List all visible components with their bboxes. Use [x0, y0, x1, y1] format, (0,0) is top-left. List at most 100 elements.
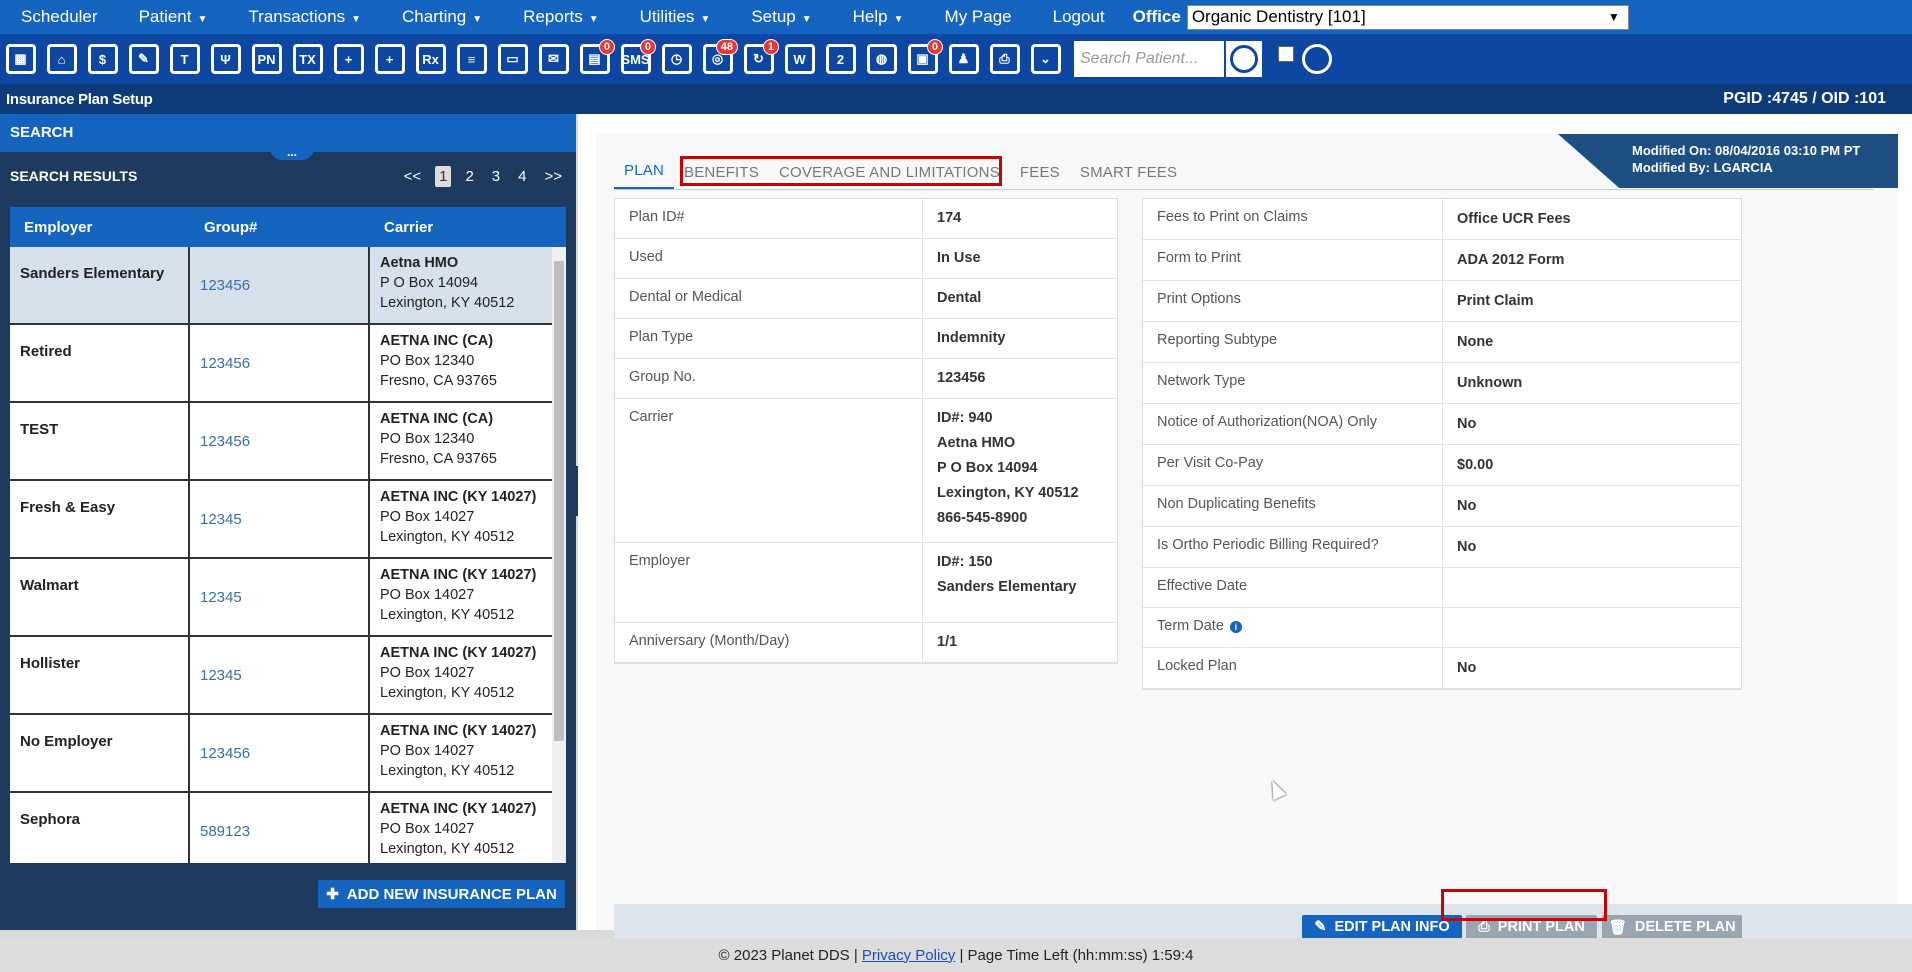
menu-item-reports[interactable]: Reports ▼: [502, 7, 598, 27]
advanced-search-button[interactable]: [1298, 38, 1335, 80]
group-link[interactable]: 123456: [190, 715, 370, 791]
pager-item[interactable]: 3: [488, 166, 504, 187]
forms-button[interactable]: ▣ 0: [904, 38, 943, 80]
table-row[interactable]: Retired 123456 AETNA INC (CA) PO Box 12340 F…: [10, 325, 556, 403]
carrier-address-line2: Lexington, KY 40512: [380, 607, 515, 623]
edit-plan-label: EDIT PLAN INFO: [1334, 919, 1450, 935]
plan-field-row: Form to Print ADA 2012 Form: [1143, 240, 1741, 281]
add-insurance-plan-button[interactable]: ✚ ADD NEW INSURANCE PLAN: [318, 880, 565, 908]
tooth-chart-icon: Ψ: [210, 44, 241, 74]
field-label-text: Per Visit Co-Pay: [1157, 455, 1264, 471]
search-patient-button[interactable]: [1224, 39, 1264, 79]
add-family-button[interactable]: +: [371, 38, 408, 80]
carrier-cell: AETNA INC (KY 14027) PO Box 14027 Lexingto…: [370, 637, 556, 713]
search-checkbox[interactable]: [1278, 46, 1294, 62]
messages-button[interactable]: ▤ 0: [576, 38, 615, 80]
delete-plan-button[interactable]: 🗑 DELETE PLAN: [1602, 915, 1742, 939]
pager-item[interactable]: 2: [461, 166, 477, 187]
pager-item[interactable]: >>: [540, 166, 566, 187]
group-link[interactable]: 589123: [190, 793, 370, 863]
document-button[interactable]: ▭: [494, 38, 531, 80]
tooth-button[interactable]: T: [166, 38, 203, 80]
group-link[interactable]: 12345: [190, 481, 370, 557]
field-value-line: Sanders Elementary: [937, 579, 1077, 595]
group-link[interactable]: 123456: [190, 403, 370, 479]
menu-item-patient[interactable]: Patient ▼: [118, 7, 208, 27]
pn-button[interactable]: PN: [248, 38, 285, 80]
rx-button[interactable]: Rx: [412, 38, 449, 80]
tab-fees[interactable]: FEES: [1010, 164, 1070, 189]
online-users-button[interactable]: ◎ 48: [699, 38, 738, 80]
question-button[interactable]: 2: [822, 38, 859, 80]
menu-item-scheduler[interactable]: Scheduler: [0, 7, 98, 27]
pager-item[interactable]: 4: [514, 166, 530, 187]
expand-search-handle[interactable]: ...: [270, 146, 314, 160]
privacy-policy-link[interactable]: Privacy Policy: [862, 947, 955, 964]
notes-button[interactable]: ≡: [453, 38, 490, 80]
results-table-header: Employer Group# Carrier: [10, 207, 566, 247]
collapse-down-button[interactable]: ⌄: [1027, 38, 1064, 80]
field-value: 1/1: [923, 623, 971, 662]
group-link[interactable]: 123456: [190, 325, 370, 401]
perio-button[interactable]: W: [781, 38, 818, 80]
field-value: Print Claim: [1457, 293, 1534, 309]
table-row[interactable]: Sephora 589123 AETNA INC (KY 14027) PO Box …: [10, 793, 556, 863]
pager: << 1 2 3 4 >>: [390, 165, 566, 187]
scrollbar-thumb[interactable]: [554, 261, 564, 741]
printer-icon: ⎙: [1478, 919, 1490, 935]
edit-note-button[interactable]: ✎: [125, 38, 162, 80]
clock-button[interactable]: ◷: [658, 38, 695, 80]
table-row[interactable]: Fresh & Easy 12345 AETNA INC (KY 14027) PO …: [10, 481, 556, 559]
group-link[interactable]: 123456: [190, 247, 370, 323]
column-header-group[interactable]: Group#: [190, 219, 370, 236]
dollar-button[interactable]: $: [84, 38, 121, 80]
table-row[interactable]: No Employer 123456 AETNA INC (KY 14027) PO …: [10, 715, 556, 793]
menu-item-my-page[interactable]: My Page: [924, 7, 1012, 27]
sms-button[interactable]: SMS 0: [617, 38, 656, 80]
menu-item-help[interactable]: Help ▼: [832, 7, 904, 27]
results-scrollbar[interactable]: [552, 247, 566, 863]
pager-item[interactable]: 1: [435, 165, 452, 187]
calendar-button[interactable]: ▦: [2, 38, 39, 80]
add-insurance-plan-label: ADD NEW INSURANCE PLAN: [346, 885, 557, 903]
column-header-carrier[interactable]: Carrier: [370, 219, 556, 236]
add-user-button[interactable]: +: [330, 38, 367, 80]
carrier-name: AETNA INC (CA): [380, 411, 494, 427]
field-value-line: 1/1: [937, 634, 958, 650]
pager-item[interactable]: <<: [400, 166, 426, 187]
user-search-icon: [1230, 45, 1258, 73]
column-header-employer[interactable]: Employer: [10, 219, 190, 236]
edit-plan-button[interactable]: ✎ EDIT PLAN INFO: [1302, 915, 1462, 939]
printer-button[interactable]: ⎙: [986, 38, 1023, 80]
menu-item-charting[interactable]: Charting ▼: [381, 7, 482, 27]
mail-button[interactable]: ✉: [535, 38, 572, 80]
table-row[interactable]: TEST 123456 AETNA INC (CA) PO Box 12340 Fres…: [10, 403, 556, 481]
menu-item-label: Charting: [402, 7, 467, 26]
menu-item-utilities[interactable]: Utilities ▼: [619, 7, 711, 27]
group-button[interactable]: ♟: [945, 38, 982, 80]
web-button[interactable]: ◍: [863, 38, 900, 80]
search-patient-input[interactable]: Search Patient...: [1074, 41, 1224, 77]
clock-icon: ◷: [661, 44, 692, 74]
plan-field-row: Term Date i: [1143, 608, 1741, 648]
tab-smart-fees[interactable]: SMART FEES: [1070, 164, 1187, 189]
menu-item-logout[interactable]: Logout: [1032, 7, 1105, 27]
tab-plan[interactable]: PLAN: [614, 162, 674, 189]
employer-cell: Sanders Elementary: [10, 247, 190, 323]
group-link[interactable]: 12345: [190, 559, 370, 635]
recall-button[interactable]: ↻ 1: [740, 38, 779, 80]
table-row[interactable]: Hollister 12345 AETNA INC (KY 14027) PO Box…: [10, 637, 556, 715]
info-icon[interactable]: i: [1229, 621, 1242, 633]
menu-item-transactions[interactable]: Transactions ▼: [227, 7, 361, 27]
tooth-chart-button[interactable]: Ψ: [207, 38, 244, 80]
table-row[interactable]: Walmart 12345 AETNA INC (KY 14027) PO Box 1…: [10, 559, 556, 637]
menu-item-setup[interactable]: Setup ▼: [730, 7, 811, 27]
collapse-down-icon: ⌄: [1030, 44, 1061, 74]
carrier-address-line1: PO Box 12340: [380, 431, 475, 447]
group-link[interactable]: 12345: [190, 637, 370, 713]
field-label: Term Date i: [1143, 608, 1443, 647]
tx-button[interactable]: TX: [289, 38, 326, 80]
table-row[interactable]: Sanders Elementary 123456 Aetna HMO P O Box…: [10, 247, 556, 325]
office-select[interactable]: Organic Dentistry [101] ▼: [1186, 4, 1629, 30]
home-button[interactable]: ⌂: [43, 38, 80, 80]
